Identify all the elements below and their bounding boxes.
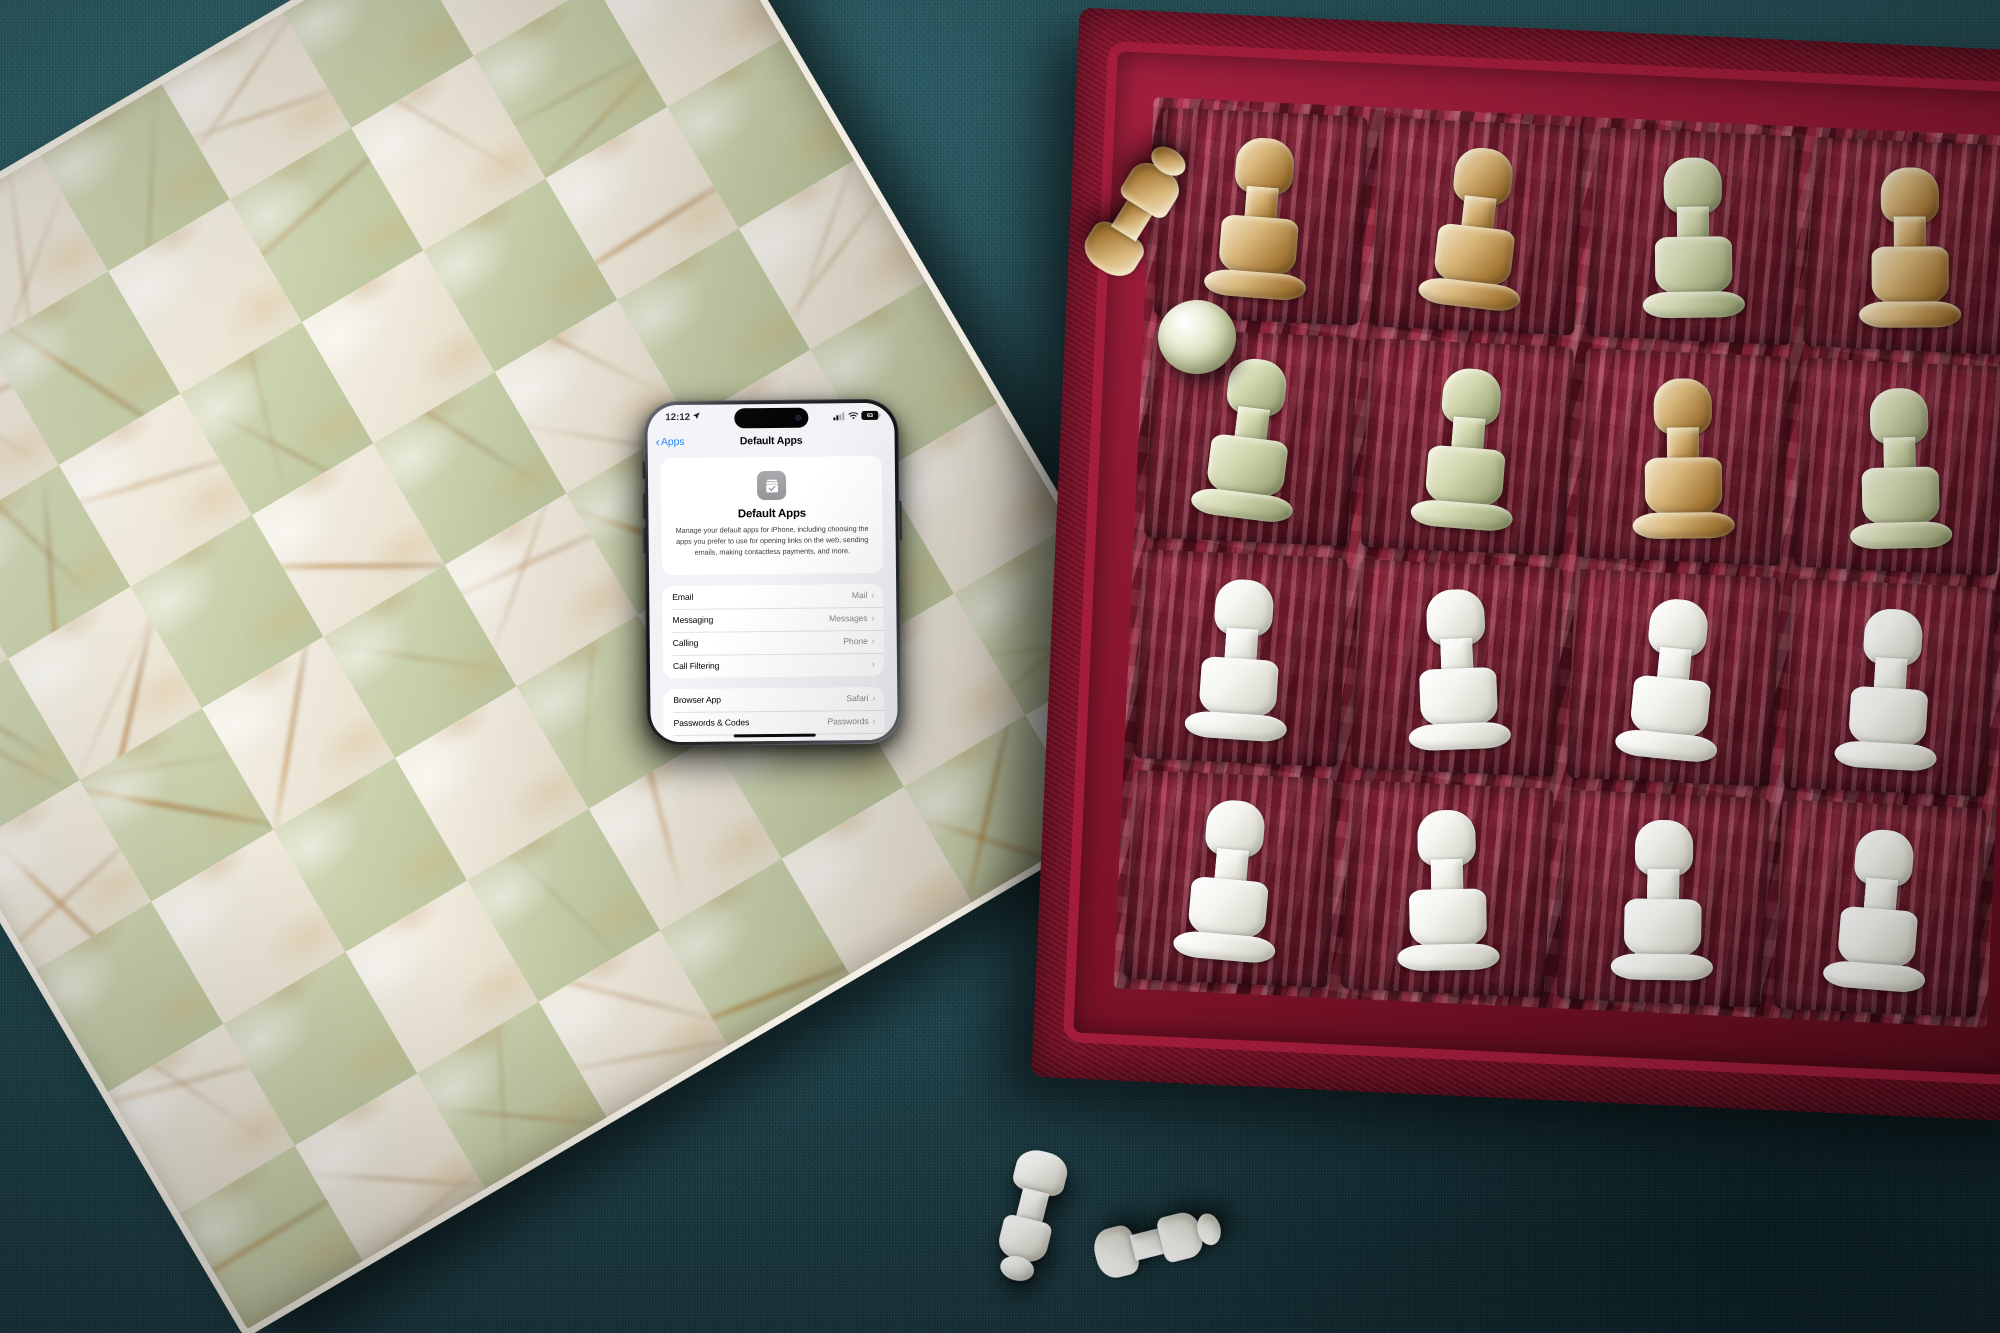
battery-icon: 63 — [861, 410, 879, 421]
settings-row-accessory: Messages › — [829, 612, 875, 624]
settings-row-label: Passwords & Codes — [673, 717, 750, 729]
clock-time: 12:12 — [665, 411, 691, 424]
settings-row-accessory: Mail › — [851, 589, 875, 601]
hero-title: Default Apps — [737, 507, 806, 521]
status-bar-left: 12:12 — [665, 412, 700, 423]
settings-group-communication: Email Mail › Messaging Messages › Calling Phone… — [662, 583, 885, 678]
hero-description: Manage your default apps for iPhone, inc… — [675, 523, 869, 557]
front-camera-icon — [794, 414, 801, 421]
settings-row-accessory: 2› — [864, 739, 876, 743]
settings-row-accessory: Safari › — [846, 692, 876, 704]
settings-row[interactable]: Messaging Messages › — [662, 607, 883, 632]
photo-vignette — [0, 0, 2000, 1333]
action-button[interactable] — [641, 461, 646, 480]
settings-row[interactable]: Browser App Safari › — [663, 687, 884, 712]
chevron-right-icon: › — [871, 612, 875, 623]
settings-row-label: Email — [672, 592, 694, 603]
settings-row[interactable]: Calling Phone › — [663, 630, 884, 655]
settings-row-value: Safari — [846, 693, 869, 704]
power-button[interactable] — [898, 500, 902, 541]
volume-up-button[interactable] — [642, 493, 646, 520]
settings-row-accessory: Passwords › — [827, 716, 875, 727]
settings-row-value: 2 — [864, 739, 869, 742]
chevron-right-icon: › — [871, 589, 875, 600]
default-apps-icon — [756, 470, 787, 501]
back-button[interactable]: ‹ Apps — [655, 434, 685, 450]
hero-card: Default Apps Manage your default apps fo… — [660, 455, 884, 575]
wifi-icon — [847, 407, 858, 425]
screenshot-stage: 12:12 63 ‹ Apps Default Apps Default App… — [0, 0, 2000, 1333]
settings-scroll-view[interactable]: Default Apps Manage your default apps fo… — [648, 452, 898, 743]
status-bar: 12:12 63 — [647, 403, 894, 431]
settings-row[interactable]: Email Mail › — [662, 584, 883, 609]
settings-row-value: Messages — [829, 613, 868, 624]
settings-row[interactable]: Passwords & Codes Passwords › — [663, 710, 884, 735]
cellular-bars-icon — [833, 412, 845, 420]
status-bar-right: 63 — [833, 406, 879, 425]
navigation-bar: ‹ Apps Default Apps — [648, 428, 895, 455]
settings-row-label: Messaging — [672, 614, 714, 626]
location-arrow-icon — [692, 412, 700, 423]
dynamic-island[interactable] — [733, 407, 808, 429]
settings-row[interactable]: Call Filtering › — [663, 653, 884, 678]
chevron-right-icon: › — [871, 658, 876, 669]
settings-row-accessory: › — [868, 658, 876, 669]
settings-row-value: Mail — [851, 590, 868, 601]
settings-row-accessory: Phone › — [843, 635, 875, 647]
settings-row-label: Call Filtering — [672, 660, 720, 672]
battery-level-text: 63 — [866, 412, 873, 419]
chevron-right-icon: › — [873, 739, 876, 743]
settings-row-value: Phone — [843, 636, 868, 647]
chevron-right-icon: › — [872, 715, 876, 726]
iphone-device: 12:12 63 ‹ Apps Default Apps Default App… — [635, 398, 905, 766]
settings-row-label: Keyboards — [674, 741, 714, 742]
volume-down-button[interactable] — [642, 527, 646, 554]
phone-screen: 12:12 63 ‹ Apps Default Apps Default App… — [647, 402, 898, 743]
back-button-label: Apps — [660, 435, 685, 449]
chevron-left-icon: ‹ — [655, 434, 661, 450]
settings-row-label: Calling — [672, 638, 699, 649]
page-title: Default Apps — [739, 434, 803, 448]
chevron-right-icon: › — [872, 692, 876, 703]
phone-titanium-frame: 12:12 63 ‹ Apps Default Apps Default App… — [641, 398, 902, 747]
chevron-right-icon: › — [871, 635, 875, 646]
settings-row-label: Browser App — [673, 694, 722, 706]
settings-row-value: Passwords — [827, 716, 869, 727]
settings-groups: Email Mail › Messaging Messages › Calling Phone… — [662, 583, 885, 743]
